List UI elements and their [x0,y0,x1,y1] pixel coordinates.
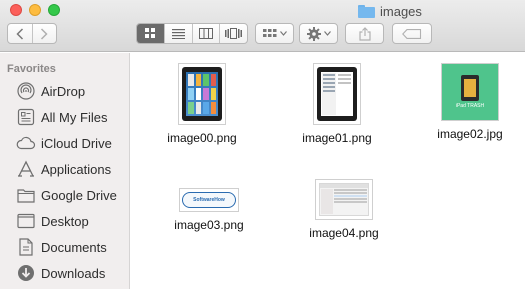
sidebar-item-label: Desktop [41,213,89,229]
window-toolbar: images [0,0,525,52]
ipad-thumbnail [178,63,226,125]
sidebar-item-icloud-drive[interactable]: iCloud Drive [0,131,130,155]
desktop-icon [16,211,36,231]
sidebar-item-label: Google Drive [41,187,117,203]
sidebar-item-documents[interactable]: Documents [0,235,130,259]
thumbnail-caption: SoftwareHow [193,197,225,203]
file-item[interactable]: SoftwareHow image03.png [160,188,258,232]
window-title: images [358,2,422,20]
all-files-icon [16,107,36,127]
tag-icon [402,28,422,39]
folder-icon [16,185,36,205]
icon-view-button[interactable] [137,24,164,43]
sidebar-item-applications[interactable]: Applications [0,157,130,181]
screenshot-thumbnail [315,179,373,220]
sidebar: Favorites AirDrop All My Files iCloud Dr… [0,53,130,289]
column-view-icon [198,28,213,39]
file-name: image01.png [302,131,372,145]
share-icon [358,26,371,41]
list-view-button[interactable] [163,24,192,43]
applications-icon [16,159,36,179]
sidebar-item-label: iCloud Drive [41,135,112,151]
sidebar-item-label: Documents [41,239,107,255]
file-item[interactable]: image01.png [288,63,386,145]
icon-view-icon [144,28,155,38]
list-view-icon [171,28,185,39]
grid-arrange-icon [262,28,276,37]
ipad-trash-thumbnail: iPad TRASH [441,63,499,121]
sidebar-item-label: Downloads [41,265,106,281]
ipad-thumbnail [313,63,361,125]
file-name: image02.jpg [437,127,503,141]
cover-flow-icon [225,28,243,39]
chevron-down-icon [279,31,287,36]
arrange-button[interactable] [255,23,294,44]
chevron-down-icon [323,31,331,36]
sidebar-item-label: Applications [41,161,112,177]
file-name: image04.png [309,226,379,240]
file-name: image00.png [167,131,237,145]
sidebar-item-all-my-files[interactable]: All My Files [0,105,130,129]
tag-button[interactable] [392,23,432,44]
close-window-button[interactable] [10,4,22,16]
view-mode-control [136,23,248,44]
action-button[interactable] [299,23,338,44]
gear-icon [306,26,321,41]
chevron-left-icon [16,27,24,40]
downloads-icon [16,263,36,283]
cover-flow-view-button[interactable] [219,24,247,43]
window-title-label: images [380,3,422,19]
back-button[interactable] [8,24,32,43]
documents-icon [16,237,36,257]
navigation-buttons [7,23,57,44]
chevron-right-icon [41,27,49,40]
file-item[interactable]: image04.png [295,179,393,240]
sidebar-heading: Favorites [7,63,56,75]
zoom-window-button[interactable] [48,4,60,16]
folder-icon [358,4,375,18]
sidebar-item-desktop[interactable]: Desktop [0,209,130,233]
softwarehow-logo-thumbnail: SoftwareHow [179,188,239,212]
sidebar-item-airdrop[interactable]: AirDrop [0,79,130,103]
sidebar-item-label: AirDrop [41,83,86,99]
airdrop-icon [16,81,36,101]
sidebar-item-label: All My Files [41,109,108,125]
file-name: image03.png [174,218,244,232]
share-button[interactable] [345,23,384,44]
sidebar-item-google-drive[interactable]: Google Drive [0,183,130,207]
minimize-window-button[interactable] [29,4,41,16]
thumbnail-caption: iPad TRASH [455,103,485,109]
file-item[interactable]: image00.png [153,63,251,145]
sidebar-item-downloads[interactable]: Downloads [0,261,130,285]
column-view-button[interactable] [191,24,220,43]
file-item[interactable]: iPad TRASH image02.jpg [421,63,519,141]
forward-button[interactable] [31,24,56,43]
cloud-icon [16,133,36,153]
